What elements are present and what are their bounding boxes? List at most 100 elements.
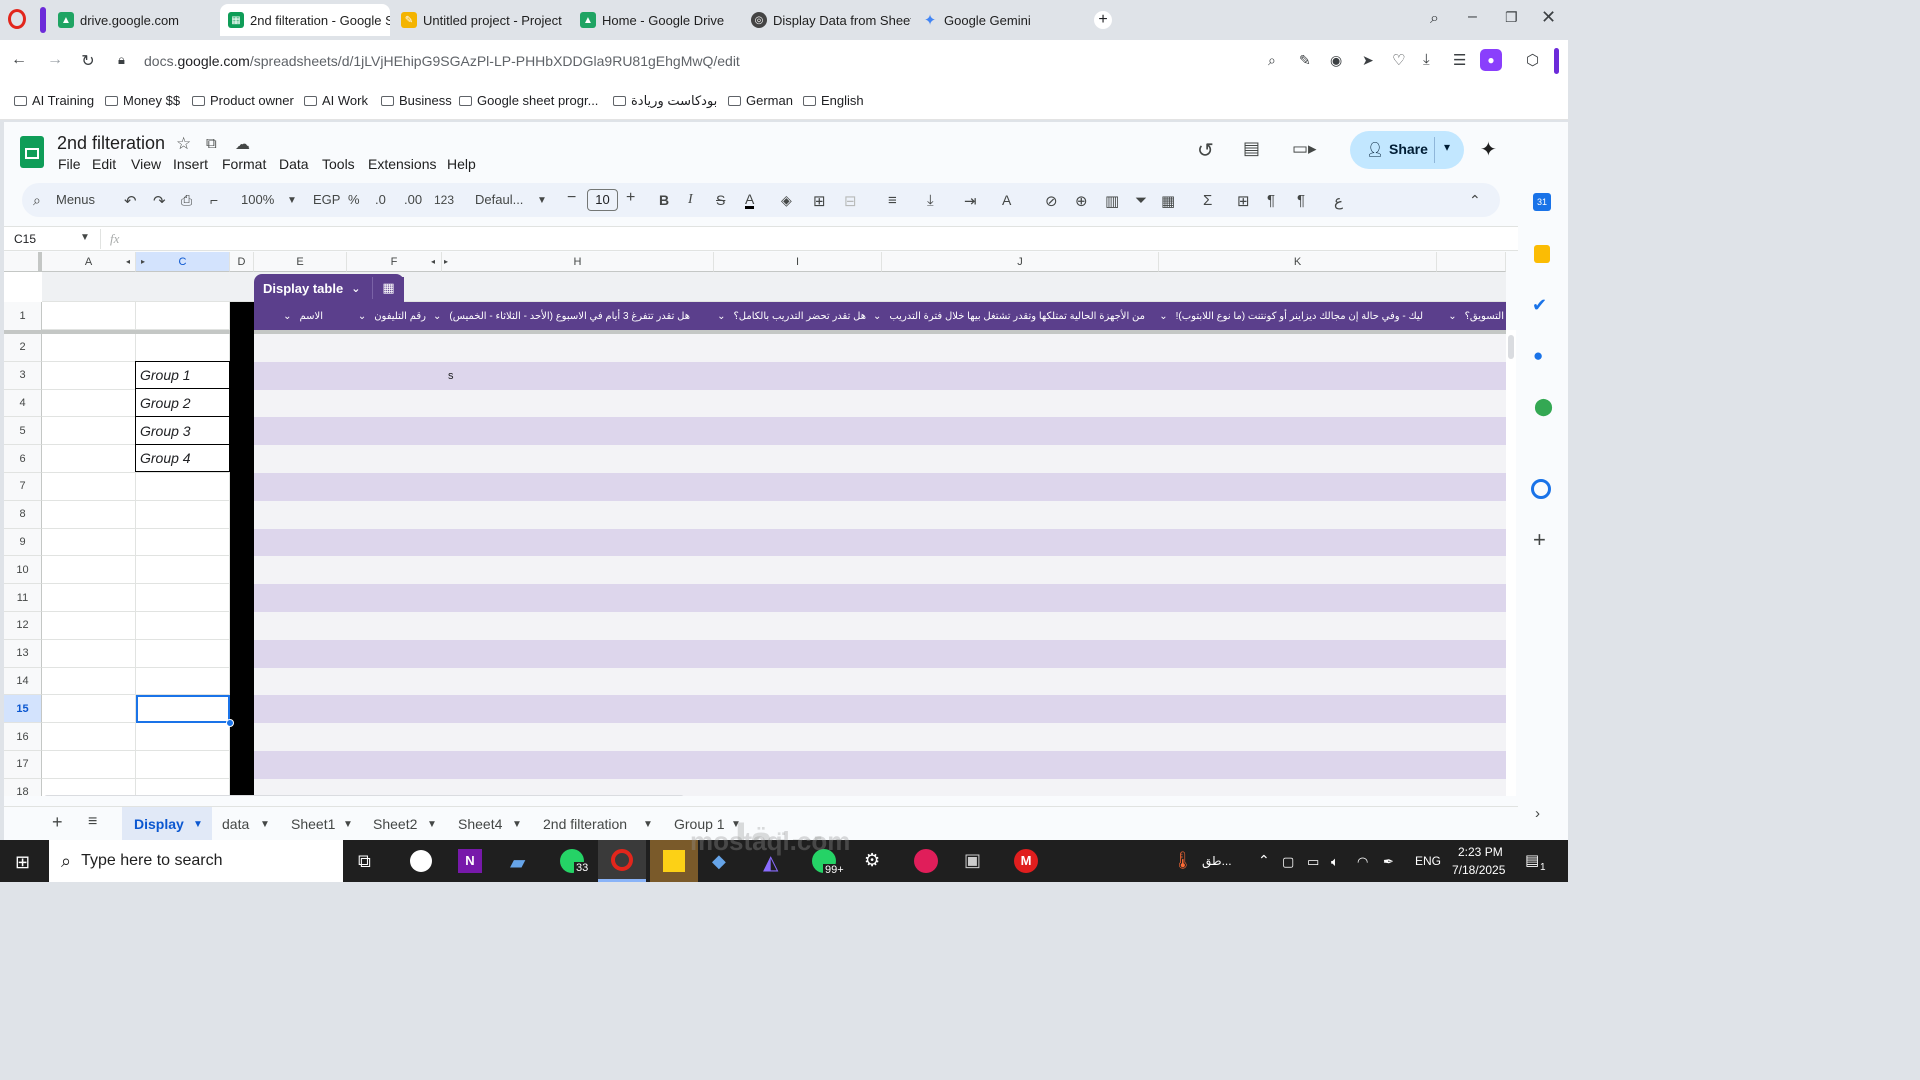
row-header[interactable]: 11 xyxy=(4,584,42,612)
table-header-cell[interactable]: ليك - وفي حالة إن مجالك ديزاينر أو كونتن… xyxy=(1153,302,1431,330)
close-icon[interactable]: ✕ xyxy=(1541,7,1556,28)
text-rotation-icon[interactable]: A xyxy=(1002,192,1011,208)
cell[interactable] xyxy=(42,417,136,446)
table-data-row[interactable] xyxy=(254,417,1506,446)
strikethrough-icon[interactable]: S xyxy=(716,192,725,208)
column-header-e[interactable]: E xyxy=(254,252,347,272)
cell[interactable] xyxy=(42,584,136,612)
browser-tab[interactable]: ▲ drive.google.com xyxy=(50,4,218,36)
input-tools-icon[interactable]: ع xyxy=(1334,192,1343,210)
onenote-icon[interactable]: N xyxy=(458,849,482,873)
paint-format-icon[interactable]: ⌐ xyxy=(210,192,218,208)
sheet-tab-2nd-filteration[interactable]: 2nd filteration xyxy=(543,816,627,832)
selected-cell[interactable] xyxy=(136,695,230,723)
weather-text[interactable]: طق... xyxy=(1202,854,1232,868)
row-header[interactable]: 15 xyxy=(4,695,42,724)
sidebar-toggle-icon[interactable] xyxy=(40,7,46,33)
chevron-down-icon[interactable]: ⌄ xyxy=(283,311,291,322)
chevron-down-icon[interactable]: ⌄ xyxy=(1159,311,1167,322)
undo-icon[interactable]: ↶ xyxy=(124,192,137,210)
row-header[interactable]: 12 xyxy=(4,612,42,640)
table-header-cell[interactable]: التسويق؟ ⌄ xyxy=(1431,302,1506,330)
table-data-row[interactable] xyxy=(254,639,1506,668)
rtl-icon[interactable]: ¶ xyxy=(1297,192,1305,209)
chevron-down-icon[interactable]: ⌄ xyxy=(433,311,441,322)
gemini-sparkle-icon[interactable]: ✦ xyxy=(1480,137,1497,162)
meet-icon[interactable]: ▭▸ xyxy=(1292,139,1317,159)
font-size-increase-icon[interactable]: + xyxy=(626,189,635,207)
currency-button[interactable]: EGP xyxy=(313,192,340,207)
zoom-select[interactable]: 100% xyxy=(241,192,274,207)
chevron-down-icon[interactable]: ⌄ xyxy=(358,311,366,322)
menu-help[interactable]: Help xyxy=(447,156,476,172)
insert-comment-icon[interactable]: ⊕ xyxy=(1075,192,1088,210)
star-icon[interactable]: ☆ xyxy=(176,134,191,154)
merge-cells-icon[interactable]: ⊟ xyxy=(844,192,857,210)
heart-icon[interactable]: ♡ xyxy=(1392,51,1405,69)
table-header-cell[interactable]: هل تقدر تتفرغ 3 أيام في الاسبوع (الأحد -… xyxy=(433,302,708,330)
cell[interactable] xyxy=(42,556,136,585)
group-cell[interactable]: Group 3 xyxy=(135,416,230,445)
row-header[interactable]: 1 xyxy=(4,302,42,331)
cell[interactable] xyxy=(136,302,230,330)
group-cell[interactable]: Group 2 xyxy=(135,388,230,417)
fill-color-icon[interactable]: ◈ xyxy=(781,192,792,209)
calendar-icon[interactable]: 31 xyxy=(1533,193,1551,211)
text-wrap-icon[interactable]: ⇥ xyxy=(964,192,977,210)
volume-icon[interactable]: 🔈︎ xyxy=(1331,854,1339,870)
cell[interactable] xyxy=(42,751,136,779)
table-data-row[interactable] xyxy=(254,584,1506,612)
hidden-columns-right-icon[interactable]: ▸ xyxy=(141,257,145,266)
column-header-i[interactable]: I xyxy=(714,252,882,272)
font-size-input[interactable]: 10 xyxy=(587,189,618,211)
row-header[interactable]: 6 xyxy=(4,445,42,473)
cell[interactable] xyxy=(42,723,136,751)
table-data-row[interactable] xyxy=(254,445,1506,473)
font-select[interactable]: Defaul... xyxy=(475,192,523,207)
chevron-down-icon[interactable]: ⌄ xyxy=(1448,311,1456,322)
menu-extensions[interactable]: Extensions xyxy=(368,156,436,172)
lens-icon[interactable]: ⌕ xyxy=(1268,52,1276,69)
camera-icon[interactable]: ◉ xyxy=(1330,52,1342,69)
table-data-row[interactable] xyxy=(254,473,1506,501)
vertical-scrollbar[interactable] xyxy=(1508,335,1514,359)
cell[interactable] xyxy=(42,778,136,796)
column-header-d[interactable]: D xyxy=(230,252,254,272)
notifications-icon[interactable]: ▤ xyxy=(1525,851,1539,869)
weather-icon[interactable]: 🌡︎ xyxy=(1172,851,1194,871)
cell[interactable] xyxy=(136,473,230,501)
collapse-panel-icon[interactable]: › xyxy=(1535,805,1540,822)
cell[interactable] xyxy=(42,667,136,696)
cell[interactable] xyxy=(42,334,136,362)
table-data-row[interactable] xyxy=(254,778,1506,796)
horizontal-scrollbar[interactable] xyxy=(44,795,684,796)
formula-input[interactable] xyxy=(134,228,1504,250)
table-header-cell[interactable]: الاسم ⌄ xyxy=(254,302,341,330)
lock-icon[interactable]: 🔒︎ xyxy=(118,52,125,68)
name-box[interactable]: C15 xyxy=(14,232,36,246)
cell[interactable] xyxy=(136,751,230,779)
bookmark-folder[interactable]: German xyxy=(728,93,793,108)
table-header-cell[interactable]: رقم التليفون ⌄ xyxy=(341,302,436,330)
app-icon[interactable]: ▣ xyxy=(964,850,981,871)
download-icon[interactable]: ⤓ xyxy=(1423,51,1430,68)
column-header-a[interactable]: A xyxy=(42,252,136,272)
clock-date[interactable]: 7/18/2025 xyxy=(1452,863,1505,877)
cell[interactable] xyxy=(42,302,136,330)
cell[interactable] xyxy=(42,445,136,473)
table-data-row[interactable] xyxy=(254,723,1506,751)
percent-button[interactable]: % xyxy=(348,192,360,207)
maximize-icon[interactable]: ❐ xyxy=(1505,9,1518,26)
select-all-corner[interactable] xyxy=(4,252,42,272)
cell[interactable] xyxy=(136,667,230,696)
new-tab-icon[interactable]: + xyxy=(1094,11,1112,29)
filter-views-icon[interactable]: ▦ xyxy=(1161,192,1175,210)
column-header-f[interactable]: F xyxy=(347,252,442,272)
filter-icon[interactable]: ⏷ xyxy=(1135,192,1147,209)
table-data-row[interactable] xyxy=(254,695,1506,724)
opera-logo-icon[interactable] xyxy=(8,9,26,29)
version-history-icon[interactable]: ↺ xyxy=(1197,138,1214,163)
url-field[interactable]: docs.google.com/spreadsheets/d/1jLVjHEhi… xyxy=(144,53,740,69)
tray-icon[interactable]: ▢ xyxy=(1282,854,1294,870)
chevron-down-icon[interactable]: ▼ xyxy=(427,819,437,830)
